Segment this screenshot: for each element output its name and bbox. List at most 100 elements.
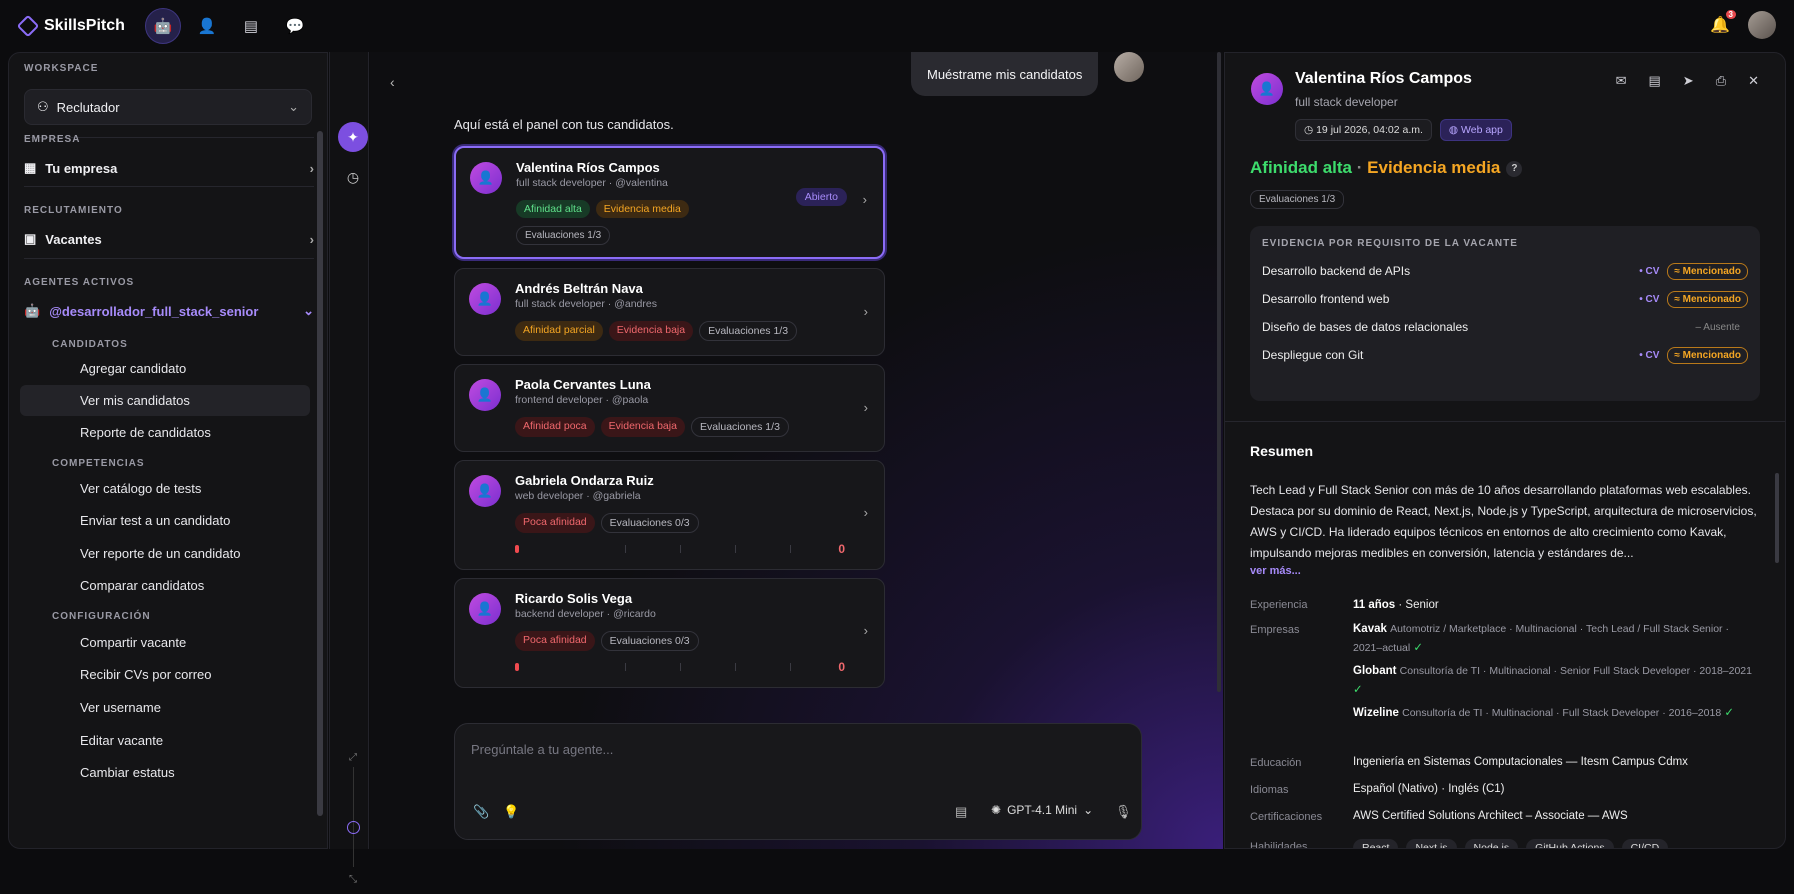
cv-tag: • CV	[1639, 265, 1660, 277]
menu-compartir-vacante[interactable]: Compartir vacante	[20, 627, 310, 658]
chat-input-box[interactable]: Pregúntale a tu agente... 📎 💡 ▤ ✺ GPT-4.1…	[454, 723, 1142, 840]
menu-cambiar-estatus[interactable]: Cambiar estatus	[20, 757, 310, 788]
evidence-title: EVIDENCIA POR REQUISITO DE LA VACANTE	[1262, 238, 1518, 249]
user-icon[interactable]: 👤	[189, 8, 225, 44]
sparkle-icon[interactable]: ✦	[338, 122, 368, 152]
see-more-link[interactable]: ver más...	[1250, 565, 1301, 577]
sidebar-scrollbar[interactable]	[317, 131, 323, 816]
affinity-badge: Afinidad parcial	[515, 321, 603, 341]
attach-icon[interactable]: 📎	[473, 804, 489, 820]
company-entry: Kavak Automotriz / Marketplace · Multina…	[1353, 620, 1753, 658]
candidate-card[interactable]: 👤 Paola Cervantes Luna frontend develope…	[454, 364, 885, 452]
menu-editar-vacante[interactable]: Editar vacante	[20, 725, 310, 756]
evidence-box: EVIDENCIA POR REQUISITO DE LA VACANTE De…	[1250, 226, 1760, 401]
sidebar-item-label: Tu empresa	[45, 160, 118, 176]
candidate-name: Gabriela Ondarza Ruiz	[515, 473, 654, 488]
company-details: Consultoría de TI · Multinacional · Seni…	[1399, 665, 1752, 677]
experience-level: · Senior	[1398, 599, 1439, 611]
company-name: Globant	[1353, 665, 1397, 677]
summary-text: Tech Lead y Full Stack Senior con más de…	[1250, 483, 1757, 560]
requirement-label: Despliegue con Git	[1262, 348, 1364, 362]
model-selector[interactable]: ✺ GPT-4.1 Mini ⌄	[991, 803, 1093, 817]
menu-catalogo-tests[interactable]: Ver catálogo de tests	[20, 473, 310, 504]
app-logo[interactable]: SkillsPitch	[16, 14, 125, 38]
chat-scrollbar[interactable]	[1217, 52, 1221, 692]
status-badge: – Ausente	[1695, 321, 1740, 333]
evaluations-badge: Evaluaciones 1/3	[690, 417, 789, 437]
menu-reporte-candidatos[interactable]: Reporte de candidatos	[20, 417, 310, 448]
sidebar-item-empresa[interactable]: ▦ Tu empresa ›	[24, 151, 314, 185]
affinity-badge: Afinidad alta	[516, 200, 590, 218]
status-badge: ≈ Mencionado	[1667, 346, 1748, 364]
menu-ver-username[interactable]: Ver username	[20, 692, 310, 723]
user-avatar[interactable]	[1748, 11, 1776, 39]
date-value: 19 jul 2026, 04:02 a.m.	[1316, 124, 1423, 136]
candidate-sub: frontend developer · @paola	[515, 394, 649, 406]
candidate-detail-panel: 👤 Valentina Ríos Campos full stack devel…	[1224, 52, 1786, 849]
company-details: Consultoría de TI · Multinacional · Full…	[1402, 707, 1722, 719]
agent-item[interactable]: 🤖 @desarrollador_full_stack_senior ⌄	[24, 294, 314, 328]
experience-years: 11 años	[1353, 599, 1396, 611]
menu-ver-candidatos[interactable]: Ver mis candidatos	[20, 385, 310, 416]
languages-value: Español (Nativo) · Inglés (C1)	[1353, 783, 1505, 795]
competencias-title: COMPETENCIAS	[52, 458, 145, 469]
person-icon: 👤	[469, 475, 501, 507]
candidate-card[interactable]: 👤 Ricardo Solis Vega backend developer ·…	[454, 578, 885, 688]
evidence-row: Desarrollo backend de APIs • CV ≈ Menciona…	[1262, 260, 1748, 282]
candidate-card[interactable]: 👤 Andrés Beltrán Nava full stack develop…	[454, 268, 885, 356]
affinity-label: Afinidad alta	[1250, 158, 1353, 177]
menu-agregar-candidato[interactable]: Agregar candidato	[20, 353, 310, 384]
microphone-icon[interactable]: 🎙	[1115, 804, 1132, 820]
messages-icon[interactable]: 💬	[277, 8, 313, 44]
chevron-left-icon[interactable]: ‹	[390, 74, 395, 90]
workspace-select[interactable]: ⚇ Reclutador ⌄	[24, 89, 312, 125]
sidebar: WORKSPACE ⚇ Reclutador ⌄ EMPRESA ▦ Tu empre…	[8, 52, 328, 849]
requirement-label: Desarrollo backend de APIs	[1262, 264, 1411, 278]
file-icon[interactable]: ▤	[955, 804, 967, 820]
document-icon[interactable]: ▤	[1648, 73, 1660, 89]
certifications-value: AWS Certified Solutions Architect – Asso…	[1353, 810, 1628, 822]
evidence-badge: Evidencia media	[595, 200, 689, 218]
affinity-badge: Afinidad poca	[515, 417, 595, 437]
menu-enviar-test[interactable]: Enviar test a un candidato	[20, 505, 310, 536]
check-icon: ✓	[1353, 684, 1363, 696]
zoom-knob[interactable]	[347, 821, 360, 834]
menu-comparar[interactable]: Comparar candidatos	[20, 570, 310, 601]
print-icon[interactable]: ⎙	[1716, 73, 1726, 89]
detail-role: full stack developer	[1295, 95, 1398, 109]
workspace-value: Reclutador	[56, 99, 120, 115]
document-icon[interactable]: ▤	[233, 8, 269, 44]
chevron-right-icon: ›	[863, 400, 868, 415]
close-icon[interactable]: ✕	[1748, 73, 1759, 89]
user-message: Muéstrame mis candidatos	[911, 52, 1099, 96]
sidebar-item-label: Vacantes	[45, 231, 102, 247]
help-icon[interactable]: ?	[1506, 161, 1523, 177]
cv-tag: • CV	[1639, 293, 1660, 305]
panel-scrollbar[interactable]	[1775, 473, 1779, 563]
menu-recibir-cvs[interactable]: Recibir CVs por correo	[20, 659, 310, 690]
candidatos-title: CANDIDATOS	[52, 339, 128, 350]
summary-title: Resumen	[1250, 443, 1314, 459]
reclutamiento-title: RECLUTAMIENTO	[24, 205, 123, 216]
candidate-name: Ricardo Solis Vega	[515, 591, 633, 606]
score-value: 0	[838, 542, 845, 556]
candidate-card[interactable]: 👤 Gabriela Ondarza Ruiz web developer · …	[454, 460, 885, 570]
send-icon[interactable]: ➤	[1683, 73, 1694, 89]
history-icon[interactable]: ◷	[338, 162, 368, 192]
bell-icon[interactable]: 🔔 3	[1710, 10, 1736, 35]
requirement-label: Desarrollo frontend web	[1262, 292, 1390, 306]
education-label: Educación	[1250, 757, 1302, 769]
agent-label: @desarrollador_full_stack_senior	[49, 303, 259, 319]
sidebar-item-vacantes[interactable]: ▣ Vacantes ›	[24, 222, 314, 256]
chat-agent-icon[interactable]: 🤖	[144, 8, 181, 44]
requirement-label: Diseño de bases de datos relacionales	[1262, 320, 1469, 334]
chevron-right-icon: ›	[309, 231, 314, 247]
chat-input[interactable]: Pregúntale a tu agente...	[471, 742, 613, 757]
menu-reporte-candidato[interactable]: Ver reporte de un candidato	[20, 538, 310, 569]
lightbulb-icon[interactable]: 💡	[503, 804, 519, 820]
collapse-icon[interactable]: ⤡	[338, 864, 368, 894]
assistant-intro: Aquí está el panel con tus candidatos.	[454, 117, 674, 132]
mail-icon[interactable]: ✉	[1616, 73, 1627, 89]
skills-list: React Next.js Node.js GitHub Actions CI/…	[1353, 839, 1669, 848]
candidate-card[interactable]: 👤 Valentina Ríos Campos full stack devel…	[454, 146, 885, 259]
